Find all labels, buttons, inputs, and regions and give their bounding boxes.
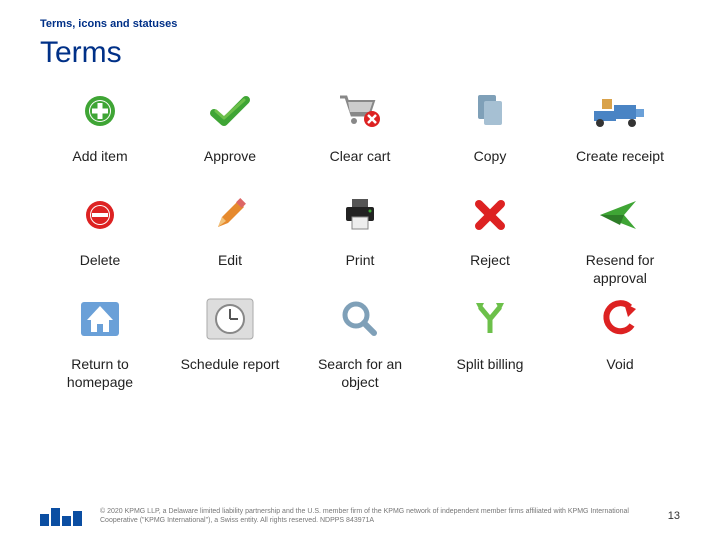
term-clear-cart: Clear cart — [300, 88, 420, 192]
breadcrumb: Terms, icons and statuses — [40, 18, 680, 30]
term-create-receipt: Create receipt — [560, 88, 680, 192]
term-copy: Copy — [430, 88, 550, 192]
term-label: Resend for approval — [560, 252, 680, 296]
icon-grid: Add item Approve Clear cart Copy Create — [40, 88, 680, 400]
term-schedule-report: Schedule report — [170, 296, 290, 400]
clear-cart-icon — [330, 88, 390, 134]
footer: © 2020 KPMG LLP, a Delaware limited liab… — [40, 506, 680, 526]
approve-icon — [200, 88, 260, 134]
term-label: Clear cart — [330, 148, 391, 192]
term-label: Void — [606, 356, 633, 400]
term-print: Print — [300, 192, 420, 296]
split-billing-icon — [460, 296, 520, 342]
term-resend-approval: Resend for approval — [560, 192, 680, 296]
term-split-billing: Split billing — [430, 296, 550, 400]
delete-icon — [70, 192, 130, 238]
term-label: Create receipt — [576, 148, 664, 192]
page-number: 13 — [668, 510, 680, 522]
term-void: Void — [560, 296, 680, 400]
page-title: Terms — [40, 36, 680, 70]
copy-icon — [460, 88, 520, 134]
term-return-home: Return to homepage — [40, 296, 160, 400]
search-icon — [330, 296, 390, 342]
void-icon — [590, 296, 650, 342]
resend-approval-icon — [590, 192, 650, 238]
copyright-text: © 2020 KPMG LLP, a Delaware limited liab… — [100, 507, 654, 525]
term-label: Schedule report — [181, 356, 280, 400]
term-label: Search for an object — [300, 356, 420, 400]
term-label: Delete — [80, 252, 120, 296]
term-edit: Edit — [170, 192, 290, 296]
edit-icon — [200, 192, 260, 238]
term-label: Return to homepage — [40, 356, 160, 400]
print-icon — [330, 192, 390, 238]
create-receipt-icon — [590, 88, 650, 134]
term-label: Approve — [204, 148, 256, 192]
term-label: Edit — [218, 252, 242, 296]
term-label: Add item — [72, 148, 127, 192]
kpmg-logo — [40, 506, 86, 526]
term-label: Print — [346, 252, 375, 296]
slide: Terms, icons and statuses Terms Add item… — [0, 0, 720, 540]
home-icon — [70, 296, 130, 342]
term-reject: Reject — [430, 192, 550, 296]
term-search-object: Search for an object — [300, 296, 420, 400]
term-add-item: Add item — [40, 88, 160, 192]
schedule-report-icon — [200, 296, 260, 342]
reject-icon — [460, 192, 520, 238]
term-label: Split billing — [457, 356, 524, 400]
add-item-icon — [70, 88, 130, 134]
term-label: Copy — [474, 148, 507, 192]
term-delete: Delete — [40, 192, 160, 296]
term-approve: Approve — [170, 88, 290, 192]
term-label: Reject — [470, 252, 510, 296]
